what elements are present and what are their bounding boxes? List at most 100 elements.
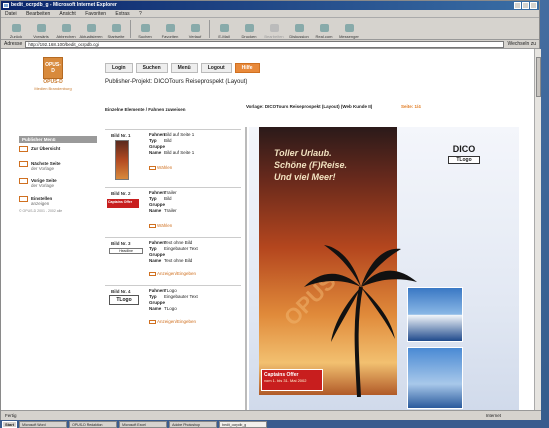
go-button[interactable]: Wechseln zu <box>507 41 536 47</box>
window-title: bedit_ocrpdb_g - Microsoft Internet Expl… <box>11 2 117 8</box>
logo-mark: OPUS-D <box>43 57 63 79</box>
sidebar-item-overview[interactable]: Zur Übersicht <box>19 146 97 152</box>
close-icon[interactable] <box>530 2 537 9</box>
layout-preview: OPUS Toller Urlaub. Schöne (F)Reise. Und… <box>249 127 519 410</box>
menu-view[interactable]: Ansicht <box>59 11 75 17</box>
slot-preview: Captains Offer <box>107 199 139 208</box>
stop-button[interactable]: Abbrechen <box>55 19 77 39</box>
sidebar-item-settings[interactable]: Einstellen anzeigen <box>19 196 97 206</box>
home-button[interactable]: Startseite <box>105 19 127 39</box>
refresh-button[interactable]: Aktualisieren <box>80 19 102 39</box>
help-button[interactable]: Hilfe <box>234 63 260 73</box>
dico-logo: DICO TLogo <box>443 144 485 170</box>
back-icon <box>11 23 21 32</box>
slot-preview: Headline <box>109 248 143 254</box>
star-icon <box>165 23 175 32</box>
discuss-button[interactable]: Diskussion <box>288 19 310 39</box>
discuss-icon <box>294 23 304 32</box>
search-nav-button[interactable]: Suchen <box>135 63 168 73</box>
slot-edit-link[interactable]: Anzeigen/Eingeben <box>149 319 196 324</box>
slot-header: Bild Nr. 4 <box>111 289 131 294</box>
start-button[interactable]: Start <box>2 420 18 428</box>
copyright: © OPUS-D 2001 - 2002 alle <box>19 209 63 213</box>
taskbar-item[interactable]: Microsoft Excel <box>119 420 168 428</box>
menu-bar: Datei Bearbeiten Ansicht Favoriten Extra… <box>1 10 539 18</box>
doc-icon <box>19 146 28 152</box>
logout-button[interactable]: Logout <box>200 63 232 73</box>
doc-icon <box>19 161 28 167</box>
messenger-button[interactable]: Messenger <box>338 19 360 39</box>
slot-fields: Fahnen Trailer Typ Bild Gruppe Name Trailer <box>149 190 177 213</box>
slot-2: Bild Nr. 2 Captains Offer Fahnen Trailer … <box>105 187 241 237</box>
cruise-ship-photo <box>407 287 463 342</box>
favorites-button[interactable]: Favoriten <box>159 19 181 39</box>
toolbar: Zurück Vorwärts Abbrechen Aktualisieren … <box>1 18 539 40</box>
taskbar-item[interactable]: Adobe Photoshop <box>169 420 218 428</box>
edit-button[interactable]: Bearbeiten <box>263 19 285 39</box>
refresh-icon <box>86 23 96 32</box>
doc-icon <box>19 196 28 202</box>
page-title: Publisher-Projekt: DICOTours Reiseprospe… <box>105 79 248 85</box>
messenger-icon <box>344 23 354 32</box>
sidebar-heading: Publisher Menü <box>19 136 97 143</box>
taskbar-item-active[interactable]: bedit_ocrpdb_g <box>219 420 268 428</box>
menu-button[interactable]: Menü <box>170 63 198 73</box>
choose-icon <box>149 223 156 228</box>
section-heading: Einzelne Elemente / Fahnen zuweisen <box>105 107 186 112</box>
printer-icon <box>244 23 254 32</box>
slot-fields: Fahnen Bild auf Seite 1 Typ Bild Gruppe Na… <box>149 132 195 155</box>
slot-3: Bild Nr. 3 Headline Fahnen Text ohne Bild… <box>105 237 241 285</box>
sailing-ship-photo <box>407 347 463 409</box>
sidebar-item-next-page[interactable]: Nächste Seite der Vorlage <box>19 161 97 171</box>
ie-icon <box>3 3 9 8</box>
taskbar-item[interactable]: Microsoft Word <box>19 420 68 428</box>
vertical-scrollbar[interactable] <box>534 49 541 410</box>
taskbar: Start Microsoft Word OPUS-D Redaktion Mi… <box>0 420 549 428</box>
captains-offer-badge: Captains Offer vom 1. bis 31. Mai 2002 <box>261 369 323 391</box>
address-label: Adresse <box>4 41 23 47</box>
menu-tools[interactable]: Extras <box>115 11 129 17</box>
search-button[interactable]: Suchen <box>134 19 156 39</box>
menu-favorites[interactable]: Favoriten <box>85 11 106 17</box>
forward-icon <box>36 23 46 32</box>
column-divider <box>245 127 247 410</box>
menu-help[interactable]: ? <box>139 11 142 17</box>
mail-icon <box>219 23 229 32</box>
slot-edit-link[interactable]: Anzeigen/Eingeben <box>149 271 196 276</box>
menu-file[interactable]: Datei <box>5 11 17 17</box>
stop-icon <box>61 23 71 32</box>
taskbar-item[interactable]: OPUS-D Redaktion <box>69 420 118 428</box>
opus-logo: OPUS-D OPUS-D Medien Brandenburg <box>29 57 77 99</box>
real-icon <box>319 23 329 32</box>
page-content: OPUS-D OPUS-D Medien Brandenburg Login S… <box>1 49 541 410</box>
back-button[interactable]: Zurück <box>5 19 27 39</box>
maximize-icon[interactable] <box>522 2 529 9</box>
choose-icon <box>149 165 156 170</box>
slot-header: Bild Nr. 2 <box>111 191 131 196</box>
sidebar-item-prev-page[interactable]: Vorige Seite der Vorlage <box>19 178 97 188</box>
template-heading: Vorlage: DICOTours Reiseprospekt (Layout… <box>246 104 373 109</box>
top-nav: Login Suchen Menü Logout Hilfe <box>105 63 260 73</box>
slot-choose-link[interactable]: Wählen <box>149 165 172 170</box>
slot-1: Bild Nr. 1 Fahnen Bild auf Seite 1 Typ Bil… <box>105 129 241 187</box>
scrollbar-thumb[interactable] <box>536 57 541 97</box>
status-text: Fertig <box>5 413 17 418</box>
minimize-icon[interactable] <box>514 2 521 9</box>
page-counter: Seite: 1/4 <box>401 104 421 109</box>
real-button[interactable]: Real.com <box>313 19 335 39</box>
print-button[interactable]: Drucken <box>238 19 260 39</box>
edit-icon <box>149 271 156 276</box>
logo-title: OPUS-D <box>43 79 63 85</box>
doc-icon <box>19 178 28 184</box>
slot-fields: Fahnen TLogo Typ Eingebauter Text Gruppe N… <box>149 288 198 311</box>
mail-button[interactable]: E-Mail <box>213 19 235 39</box>
slot-preview: TLogo <box>109 295 139 305</box>
edit-icon <box>149 319 156 324</box>
title-bar[interactable]: bedit_ocrpdb_g - Microsoft Internet Expl… <box>1 1 539 10</box>
login-button[interactable]: Login <box>105 63 133 73</box>
address-input[interactable]: http://192.168.100/bedit_ocrpdb.cgi <box>25 40 505 48</box>
history-button[interactable]: Verlauf <box>184 19 206 39</box>
forward-button[interactable]: Vorwärts <box>30 19 52 39</box>
menu-edit[interactable]: Bearbeiten <box>26 11 50 17</box>
slot-choose-link[interactable]: Wählen <box>149 223 172 228</box>
